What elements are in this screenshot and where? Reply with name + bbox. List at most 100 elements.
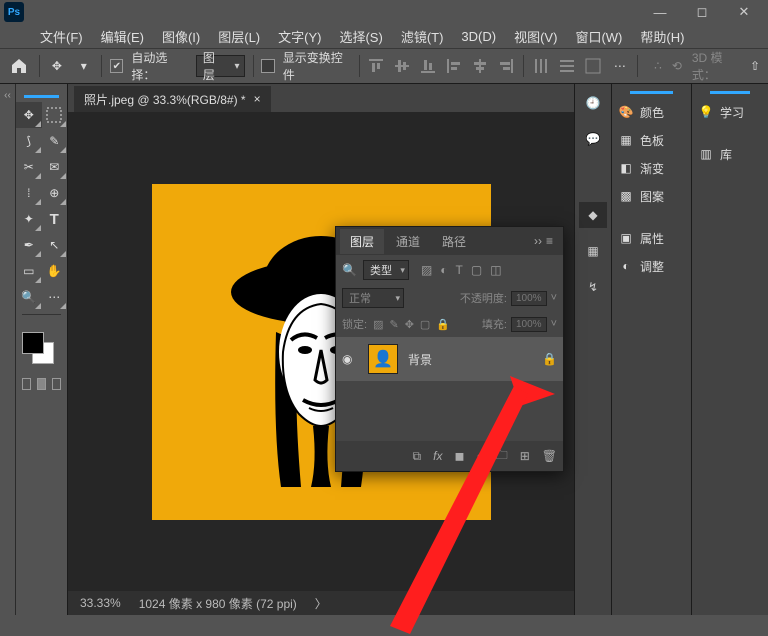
heal-tool[interactable]: ⊕: [42, 180, 68, 206]
more-options-icon[interactable]: ⋯: [610, 56, 629, 76]
menu-7[interactable]: 3D(D): [457, 27, 500, 46]
align-bottom-icon[interactable]: [419, 57, 437, 75]
layer-name[interactable]: 背景: [408, 351, 532, 368]
menu-10[interactable]: 帮助(H): [636, 25, 688, 48]
share-icon[interactable]: ⇧: [750, 59, 760, 73]
align-vmid-icon[interactable]: [393, 57, 411, 75]
layers-tab-2[interactable]: 路径: [432, 229, 476, 254]
status-zoom[interactable]: 33.33%: [80, 596, 121, 610]
type-tool[interactable]: T: [42, 206, 68, 232]
status-docinfo[interactable]: 1024 像素 x 980 像素 (72 ppi): [139, 595, 297, 612]
screen-mode-3[interactable]: [52, 378, 61, 390]
layer-row[interactable]: ◉ 👤 背景 🔒: [336, 337, 563, 381]
dist-1-icon[interactable]: [532, 57, 550, 75]
panel-learn[interactable]: 💡学习: [692, 98, 768, 126]
frame-tool[interactable]: ✉: [42, 154, 68, 180]
layers-panel[interactable]: 图层通道路径››≡ 🔍 类型 ▨ ◐ T ▢ ◫ 正常 不透明度: 100% ˅…: [335, 226, 564, 472]
align-right-icon[interactable]: [497, 57, 515, 75]
history-panel-icon[interactable]: 🕘: [579, 90, 607, 116]
comments-panel-icon[interactable]: 💬: [579, 126, 607, 152]
eyedrop-tool[interactable]: ⁞: [16, 180, 42, 206]
screen-mode-2[interactable]: [37, 378, 46, 390]
dist-3-icon[interactable]: [584, 57, 602, 75]
lock-icon[interactable]: 🔒: [542, 352, 557, 366]
path-tool[interactable]: ↖: [42, 232, 68, 258]
mask-icon[interactable]: ◼: [454, 449, 464, 463]
edit-toolbar[interactable]: ⋯: [42, 284, 68, 310]
channels-panel-icon[interactable]: ▦: [579, 238, 607, 264]
filter-adjust-icon[interactable]: ◐: [440, 263, 447, 277]
align-left-icon[interactable]: [445, 57, 463, 75]
window-min-button[interactable]: —: [640, 0, 680, 24]
filter-type-icon[interactable]: T: [456, 263, 463, 277]
collapse-icon[interactable]: ››: [534, 234, 542, 248]
crop-tool[interactable]: ✂: [16, 154, 42, 180]
menu-1[interactable]: 编辑(E): [97, 25, 148, 48]
lock-crop-icon[interactable]: ✥: [405, 318, 414, 331]
quick-select-tool[interactable]: ✎: [42, 128, 68, 154]
menu-8[interactable]: 视图(V): [510, 25, 561, 48]
auto-select-checkbox[interactable]: ✔: [110, 59, 123, 73]
tool-preset-chevron-icon[interactable]: ▾: [74, 56, 93, 76]
panel-library[interactable]: ▥库: [692, 140, 768, 168]
layers-panel-icon[interactable]: ◆: [579, 202, 607, 228]
align-top-icon[interactable]: [367, 57, 385, 75]
layers-tab-1[interactable]: 通道: [386, 229, 430, 254]
filter-search-icon[interactable]: 🔍: [342, 263, 357, 277]
panel-gradient[interactable]: ◧渐变: [612, 154, 691, 182]
adjustment-layer-icon[interactable]: ◐: [476, 449, 483, 463]
panel-menu-icon[interactable]: ≡: [546, 234, 553, 248]
pen-tool[interactable]: ✒: [16, 232, 42, 258]
lasso-tool[interactable]: ⟆: [16, 128, 42, 154]
delete-layer-icon[interactable]: 🗑: [542, 449, 557, 463]
marquee-tool[interactable]: [42, 102, 68, 128]
panel-properties[interactable]: ▣属性: [612, 224, 691, 252]
group-icon[interactable]: 🗀: [496, 446, 508, 467]
brush-tool[interactable]: ✦: [16, 206, 42, 232]
move-tool[interactable]: ✥: [16, 102, 42, 128]
menu-4[interactable]: 文字(Y): [274, 25, 325, 48]
menu-2[interactable]: 图像(I): [158, 25, 204, 48]
document-tab[interactable]: 照片.jpeg @ 33.3%(RGB/8#) * ×: [74, 86, 271, 112]
color-swatches[interactable]: [16, 324, 67, 374]
opacity-value[interactable]: 100%: [511, 291, 547, 306]
status-chevron-icon[interactable]: 〉: [315, 595, 327, 612]
panel-adjustments[interactable]: ◐调整: [612, 252, 691, 280]
close-tab-icon[interactable]: ×: [254, 92, 261, 106]
home-button[interactable]: [8, 54, 31, 78]
lock-pixels-icon[interactable]: ▨: [373, 318, 383, 331]
move-tool-icon[interactable]: ✥: [48, 56, 67, 76]
align-hmid-icon[interactable]: [471, 57, 489, 75]
filter-pixel-icon[interactable]: ▨: [421, 263, 432, 277]
blend-mode-dropdown[interactable]: 正常: [342, 288, 404, 308]
filter-shape-icon[interactable]: ▢: [471, 263, 482, 277]
menu-0[interactable]: 文件(F): [36, 25, 87, 48]
link-layers-icon[interactable]: ⧉: [413, 449, 422, 464]
menu-9[interactable]: 窗口(W): [571, 25, 626, 48]
fx-icon[interactable]: fx: [433, 449, 442, 463]
visibility-icon[interactable]: ◉: [342, 352, 358, 366]
paths-panel-icon[interactable]: ↯: [579, 274, 607, 300]
layer-thumbnail[interactable]: 👤: [368, 344, 398, 374]
lock-artboard-icon[interactable]: ▢: [420, 318, 430, 331]
menu-6[interactable]: 滤镜(T): [397, 25, 448, 48]
menu-3[interactable]: 图层(L): [214, 25, 264, 48]
panel-patterns[interactable]: ▩图案: [612, 182, 691, 210]
show-transform-checkbox[interactable]: [261, 59, 274, 73]
new-layer-icon[interactable]: ⊞: [520, 449, 530, 463]
lock-position-icon[interactable]: ✎: [389, 318, 398, 331]
screen-mode-1[interactable]: [22, 378, 31, 390]
shape-tool[interactable]: ▭: [16, 258, 42, 284]
dist-2-icon[interactable]: [558, 57, 576, 75]
fill-value[interactable]: 100%: [511, 317, 547, 332]
hand-tool[interactable]: ✋: [42, 258, 68, 284]
auto-select-target-dropdown[interactable]: 图层: [196, 55, 245, 77]
lock-all-icon[interactable]: 🔒: [436, 318, 450, 331]
zoom-tool[interactable]: 🔍: [16, 284, 42, 310]
filter-smart-icon[interactable]: ◫: [490, 263, 501, 277]
window-max-button[interactable]: ◻: [682, 0, 722, 24]
panel-color[interactable]: 🎨颜色: [612, 98, 691, 126]
menu-5[interactable]: 选择(S): [335, 25, 386, 48]
filter-kind-dropdown[interactable]: 类型: [363, 260, 409, 280]
layers-tab-0[interactable]: 图层: [340, 229, 384, 254]
